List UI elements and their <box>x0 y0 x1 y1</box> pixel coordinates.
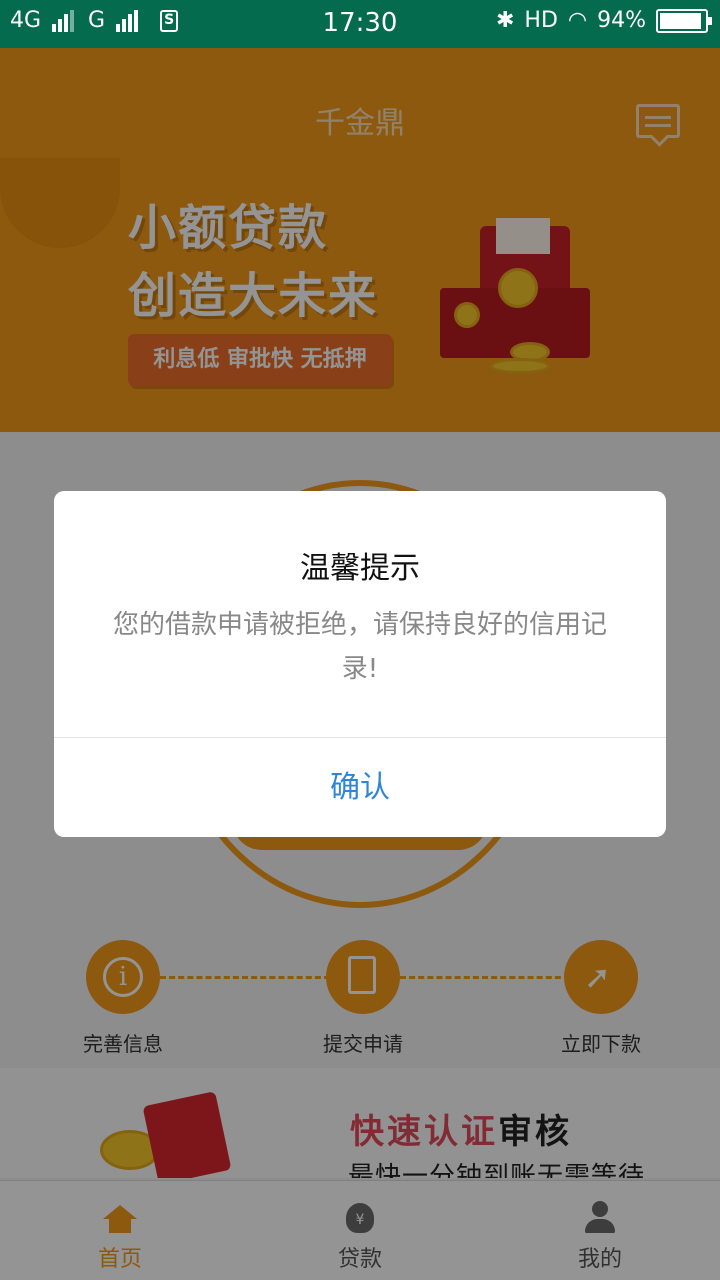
battery-icon <box>656 8 712 33</box>
dialog-message: 您的借款申请被拒绝，请保持良好的信用记录! <box>112 610 607 684</box>
bluetooth-icon: ✱ <box>495 8 515 33</box>
status-right: ✱ HD ◠ 94% <box>495 8 712 33</box>
hd-indicator: HD <box>524 8 558 33</box>
confirm-button[interactable]: 确认 <box>54 738 666 837</box>
status-bar: 4G G S 17:30 ✱ HD ◠ 94% <box>0 0 720 48</box>
alert-dialog: 温馨提示 您的借款申请被拒绝，请保持良好的信用记录! 确认 <box>54 491 666 837</box>
wifi-icon: ◠ <box>567 8 588 33</box>
battery-percent: 94% <box>597 8 646 33</box>
dialog-title: 温馨提示 <box>300 551 420 586</box>
